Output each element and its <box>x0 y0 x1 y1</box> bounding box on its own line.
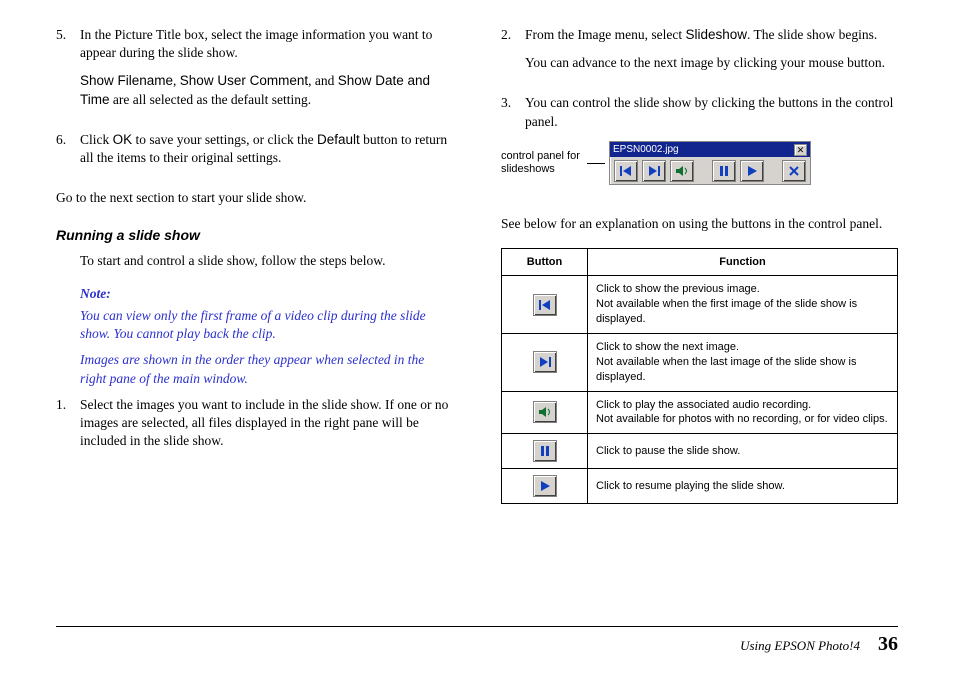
skip-next-icon <box>647 165 661 177</box>
list-item: 2. From the Image menu, select Slideshow… <box>501 26 898 82</box>
func-desc: Click to resume playing the slide show. <box>588 469 898 504</box>
step2-para1: From the Image menu, select Slideshow. T… <box>525 26 898 44</box>
list-number: 5. <box>56 26 80 119</box>
next-button <box>533 351 557 373</box>
list-item: 1. Select the images you want to include… <box>56 396 453 461</box>
control-panel-figure: control panel for slideshows EPSN0002.jp… <box>501 141 898 186</box>
next-button[interactable] <box>642 160 666 182</box>
leader-line <box>587 163 605 164</box>
table-row: Click to pause the slide show. <box>502 434 898 469</box>
play-icon <box>746 165 758 177</box>
table-row: Click to show the previous image. Not av… <box>502 276 898 334</box>
note-heading: Note: <box>80 285 453 303</box>
pause-button[interactable] <box>712 160 736 182</box>
list-item: 6. Click OK to save your settings, or cl… <box>56 131 453 177</box>
pause-icon <box>718 165 730 177</box>
panel-title-text: EPSN0002.jpg <box>613 143 679 157</box>
skip-prev-icon <box>619 165 633 177</box>
pause-button <box>533 440 557 462</box>
step6-para: Click OK to save your settings, or click… <box>80 131 453 167</box>
list-number: 2. <box>501 26 525 82</box>
right-column: 2. From the Image menu, select Slideshow… <box>501 26 898 504</box>
x-icon <box>788 165 800 177</box>
step5-para2: Show Filename, Show User Comment, and Sh… <box>80 72 453 108</box>
note-block: Note: You can view only the first frame … <box>80 285 453 388</box>
note-line: Images are shown in the order they appea… <box>80 351 453 387</box>
table-row: Click to play the associated audio recor… <box>502 391 898 434</box>
ui-term: Default <box>317 132 360 147</box>
table-row: Click to show the next image. Not availa… <box>502 333 898 391</box>
audio-button <box>533 401 557 423</box>
prev-button <box>533 294 557 316</box>
pause-icon <box>539 445 551 457</box>
play-icon <box>539 480 551 492</box>
skip-prev-icon <box>538 299 552 311</box>
list-item: 5. In the Picture Title box, select the … <box>56 26 453 119</box>
th-button: Button <box>502 248 588 276</box>
step2-para2: You can advance to the next image by cli… <box>525 54 898 72</box>
func-desc: Click to pause the slide show. <box>588 434 898 469</box>
ui-term: OK <box>113 132 133 147</box>
list-number: 6. <box>56 131 80 177</box>
section-heading: Running a slide show <box>56 226 453 245</box>
stop-close-button[interactable] <box>782 160 806 182</box>
see-below-para: See below for an explanation on using th… <box>501 215 898 233</box>
page-number: 36 <box>878 631 898 658</box>
func-desc: Click to show the next image. Not availa… <box>588 333 898 391</box>
ui-term: Show User Comment <box>180 73 308 88</box>
func-desc: Click to play the associated audio recor… <box>588 391 898 434</box>
step1-para: Select the images you want to include in… <box>80 396 453 451</box>
close-icon[interactable]: ✕ <box>794 144 807 156</box>
button-function-table: Button Function Click to show the previo… <box>501 248 898 505</box>
page-footer: Using EPSON Photo!4 36 <box>56 626 898 658</box>
ui-term: Slideshow <box>685 27 747 42</box>
play-button <box>533 475 557 497</box>
control-panel: EPSN0002.jpg ✕ <box>609 141 811 186</box>
speaker-icon <box>675 165 689 177</box>
speaker-icon <box>538 406 552 418</box>
table-row: Click to resume playing the slide show. <box>502 469 898 504</box>
goto-para: Go to the next section to start your sli… <box>56 189 453 207</box>
audio-button[interactable] <box>670 160 694 182</box>
skip-next-icon <box>538 356 552 368</box>
th-function: Function <box>588 248 898 276</box>
step3-para: You can control the slide show by clicki… <box>525 94 898 130</box>
list-item: 3. You can control the slide show by cli… <box>501 94 898 203</box>
step5-para1: In the Picture Title box, select the ima… <box>80 26 453 62</box>
list-number: 1. <box>56 396 80 461</box>
footer-text: Using EPSON Photo!4 <box>740 637 860 655</box>
figure-caption: control panel for slideshows <box>501 150 585 176</box>
intro-para: To start and control a slide show, follo… <box>80 252 453 270</box>
note-line: You can view only the first frame of a v… <box>80 307 453 343</box>
ui-term: Show Filename <box>80 73 173 88</box>
prev-button[interactable] <box>614 160 638 182</box>
play-button[interactable] <box>740 160 764 182</box>
func-desc: Click to show the previous image. Not av… <box>588 276 898 334</box>
panel-titlebar: EPSN0002.jpg ✕ <box>610 142 810 158</box>
left-column: 5. In the Picture Title box, select the … <box>56 26 453 504</box>
